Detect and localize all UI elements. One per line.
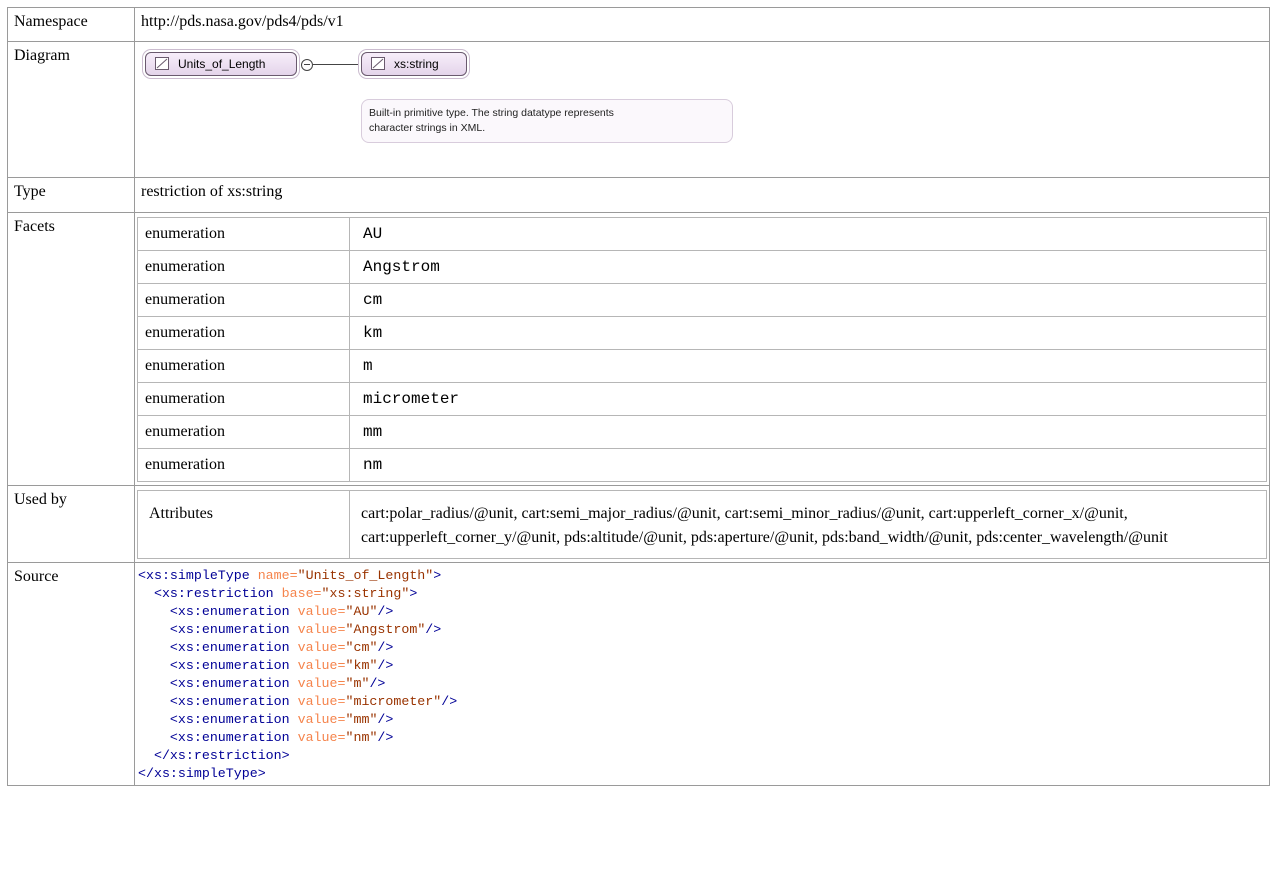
namespace-value: http://pds.nasa.gov/pds4/pds/v1: [134, 7, 1270, 42]
facet-value: nm: [349, 448, 1267, 482]
facet-kind: enumeration: [137, 382, 350, 416]
source-enum-value: km: [353, 658, 370, 673]
facet-kind: enumeration: [137, 250, 350, 284]
source-enum-value: Angstrom: [353, 622, 418, 637]
source-enum-value: cm: [353, 640, 370, 655]
source-enum-value: mm: [353, 712, 370, 727]
simple-type-icon: [371, 57, 385, 70]
connector-line: [313, 64, 361, 65]
used-by-cell: Attributes cart:polar_radius/@unit, cart…: [134, 485, 1270, 563]
diagram-row: Diagram Units_of_Length xs:string Built-…: [7, 41, 1270, 178]
namespace-label: Namespace: [7, 7, 135, 42]
facet-value: micrometer: [349, 382, 1267, 416]
source-type-name: Units_of_Length: [305, 568, 426, 583]
facet-kind: enumeration: [137, 283, 350, 317]
type-row: Type restriction of xs:string: [7, 177, 1270, 213]
facet-value: cm: [349, 283, 1267, 317]
diagram-label: Diagram: [7, 41, 135, 178]
facet-kind: enumeration: [137, 448, 350, 482]
used-by-table: Attributes cart:polar_radius/@unit, cart…: [137, 490, 1267, 559]
facet-row: enumeration cm: [137, 283, 1267, 317]
source-enum-value: nm: [353, 730, 370, 745]
facet-row: enumeration nm: [137, 448, 1267, 482]
facet-kind: enumeration: [137, 316, 350, 350]
type-node-label: Units_of_Length: [178, 57, 266, 71]
namespace-row: Namespace http://pds.nasa.gov/pds4/pds/v…: [7, 7, 1270, 42]
facet-row: enumeration km: [137, 316, 1267, 350]
used-by-entry: Attributes cart:polar_radius/@unit, cart…: [137, 490, 1267, 559]
source-enum-value: micrometer: [353, 694, 434, 709]
facet-row: enumeration micrometer: [137, 382, 1267, 416]
facets-table: enumeration AU enumeration Angstrom enum…: [137, 217, 1267, 482]
facet-row: enumeration m: [137, 349, 1267, 383]
facets-row: Facets enumeration AU enumeration Angstr…: [7, 212, 1270, 486]
used-by-kind: Attributes: [137, 490, 350, 559]
source-restriction-base: xs:string: [329, 586, 402, 601]
source-label: Source: [7, 562, 135, 786]
source-code: <xs:simpleType name="Units_of_Length"> <…: [138, 568, 458, 781]
used-by-label: Used by: [7, 485, 135, 563]
facet-row: enumeration mm: [137, 415, 1267, 449]
facet-row: enumeration Angstrom: [137, 250, 1267, 284]
collapse-toggle-icon[interactable]: [301, 59, 313, 71]
source-row: Source <xs:simpleType name="Units_of_Len…: [7, 562, 1270, 786]
facet-row: enumeration AU: [137, 217, 1267, 251]
base-type-node-label: xs:string: [394, 57, 439, 71]
used-by-row: Used by Attributes cart:polar_radius/@un…: [7, 485, 1270, 563]
facet-value: AU: [349, 217, 1267, 251]
documentation-line: Built-in primitive type. The string data…: [369, 107, 614, 119]
source-enum-value: m: [353, 676, 362, 691]
facet-kind: enumeration: [137, 415, 350, 449]
type-value: restriction of xs:string: [134, 177, 1270, 213]
facets-label: Facets: [7, 212, 135, 486]
source-cell: <xs:simpleType name="Units_of_Length"> <…: [134, 562, 1270, 786]
source-enum-value: AU: [353, 604, 370, 619]
facet-kind: enumeration: [137, 217, 350, 251]
schema-type-table: Namespace http://pds.nasa.gov/pds4/pds/v…: [7, 7, 1270, 786]
type-node[interactable]: Units_of_Length: [145, 52, 297, 76]
type-diagram: Units_of_Length xs:string Built-in primi…: [141, 47, 1269, 167]
documentation-line: character strings in XML.: [369, 122, 486, 134]
facet-value: m: [349, 349, 1267, 383]
diagram-cell: Units_of_Length xs:string Built-in primi…: [134, 41, 1270, 178]
facet-value: km: [349, 316, 1267, 350]
used-by-attribute-list[interactable]: cart:polar_radius/@unit, cart:semi_major…: [349, 490, 1267, 559]
base-type-node[interactable]: xs:string: [361, 52, 467, 76]
facet-kind: enumeration: [137, 349, 350, 383]
simple-type-icon: [155, 57, 169, 70]
facet-value: mm: [349, 415, 1267, 449]
type-label: Type: [7, 177, 135, 213]
facet-value: Angstrom: [349, 250, 1267, 284]
documentation-box: Built-in primitive type. The string data…: [361, 99, 733, 143]
facets-cell: enumeration AU enumeration Angstrom enum…: [134, 212, 1270, 486]
